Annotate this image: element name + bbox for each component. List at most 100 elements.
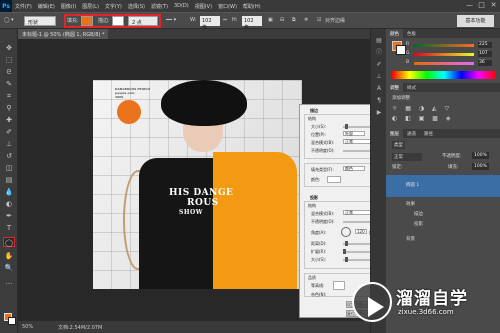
layer-row-ellipse[interactable]: 椭圆 1 — [386, 175, 500, 197]
blue-slider[interactable] — [414, 62, 474, 65]
hand-tool-icon[interactable]: ✋ — [3, 251, 15, 261]
layer-row-background[interactable]: 背景 — [386, 231, 500, 249]
workspace-button[interactable]: 基本功能 — [457, 15, 494, 27]
blue-value[interactable]: 36 — [478, 60, 492, 66]
tab-paths[interactable]: 路径 — [420, 129, 437, 138]
green-slider[interactable] — [414, 53, 474, 56]
document-canvas[interactable]: DANGEROUS PEOPLE people.com 3000 HIS DAN… — [93, 80, 302, 289]
green-value[interactable]: 107 — [478, 51, 492, 57]
menu-edit[interactable]: 编辑(E) — [35, 3, 58, 10]
fill-type-select[interactable]: 颜色 — [343, 166, 365, 171]
zoom-tool-icon[interactable]: 🔍 — [3, 263, 15, 273]
tab-channels[interactable]: 通道 — [403, 129, 420, 138]
menu-view[interactable]: 视图(V) — [192, 3, 215, 10]
menu-3d[interactable]: 3D(D) — [171, 3, 192, 9]
path-arrange-icon[interactable]: ⧉ — [292, 17, 296, 23]
background-color-swatch[interactable] — [8, 317, 16, 325]
quick-select-icon[interactable]: ✎ — [3, 79, 15, 89]
layer-filter-select[interactable]: 类型 — [392, 141, 405, 149]
tab-color[interactable]: 颜色 — [386, 29, 403, 38]
type-tool-icon[interactable]: T — [3, 223, 15, 233]
more-tools-icon[interactable]: ··· — [3, 279, 15, 289]
gear-icon[interactable]: ✲ — [304, 17, 308, 23]
tab-adjustments[interactable]: 调整 — [386, 83, 403, 92]
fill-swatch[interactable] — [81, 16, 93, 26]
menu-layer[interactable]: 图层(L) — [79, 3, 102, 10]
stroke-style-icon[interactable]: ━━ ▾ — [166, 17, 176, 23]
menu-select[interactable]: 选择(S) — [125, 3, 148, 10]
ellipse-tool-icon[interactable]: ◯ — [3, 237, 15, 247]
stroke-swatch[interactable] — [112, 16, 124, 26]
layer-fill-field[interactable]: 100% — [472, 163, 489, 170]
history-brush-icon[interactable]: ↺ — [3, 151, 15, 161]
angle-dial-icon[interactable] — [341, 227, 351, 237]
blur-tool-icon[interactable]: 💧 — [3, 187, 15, 197]
crop-tool-icon[interactable]: ⌗ — [3, 91, 15, 101]
ellipse-tool-preset-icon[interactable]: ◯ ▾ — [4, 17, 14, 23]
red-value[interactable]: 225 — [478, 42, 492, 48]
stroke-position-select[interactable]: 外部 — [343, 131, 365, 136]
menu-window[interactable]: 窗口(W) — [215, 3, 240, 10]
layer-row-effects[interactable]: 效果 — [386, 199, 500, 208]
maximize-icon[interactable]: □ — [477, 1, 486, 10]
healing-brush-icon[interactable]: ✚ — [3, 115, 15, 125]
layer-row-shadow[interactable]: 投影 — [386, 219, 500, 228]
adjustment-icons[interactable]: ☼ ▦ ◑ ◭ ▽ — [392, 105, 452, 112]
link-icon[interactable]: ⇔ — [223, 17, 227, 23]
adjustment-icons-row2[interactable]: ◐ ◧ ▣ ▩ ◈ — [392, 115, 454, 122]
play-logo-icon — [352, 282, 392, 322]
mode-select[interactable]: 形状 — [24, 16, 56, 26]
layer-row-stroke[interactable]: 描边 — [386, 209, 500, 218]
zoom-level[interactable]: 50% — [22, 324, 33, 330]
path-ops-icon[interactable]: ▣ — [268, 17, 273, 23]
layer-opacity-field[interactable]: 100% — [472, 152, 489, 159]
panel-bg-swatch[interactable] — [396, 45, 406, 55]
red-slider[interactable] — [414, 44, 474, 47]
path-align-icon[interactable]: ⊟ — [280, 17, 284, 23]
marquee-tool-icon[interactable]: ⬚ — [3, 55, 15, 65]
character-panel-icon[interactable]: A — [374, 85, 384, 93]
color-spectrum-ramp[interactable] — [392, 71, 496, 79]
document-tab[interactable]: 未标题-1 @ 50% (椭圆 1, RGB/8) * — [18, 29, 109, 39]
menu-image[interactable]: 图像(I) — [58, 3, 79, 10]
menu-help[interactable]: 帮助(H) — [240, 3, 264, 10]
stroke-structure-label: 结构 — [308, 116, 316, 121]
brush-tool-icon[interactable]: ✐ — [3, 127, 15, 137]
menu-file[interactable]: 文件(F) — [12, 3, 35, 10]
layer-blend-select[interactable]: 正常 — [392, 153, 422, 161]
menu-type[interactable]: 文字(Y) — [102, 3, 125, 10]
move-tool-icon[interactable]: ✥ — [3, 43, 15, 53]
width-field[interactable]: 102 像 — [200, 16, 220, 31]
tab-styles[interactable]: 样式 — [403, 83, 420, 92]
actions-panel-icon[interactable]: ▶ — [374, 109, 384, 117]
dodge-tool-icon[interactable]: ◐ — [3, 199, 15, 209]
lasso-tool-icon[interactable]: ᘓ — [3, 67, 15, 77]
adjustments-title: 添加调整 — [392, 96, 410, 101]
history-panel-icon[interactable]: ▤ — [374, 37, 384, 45]
minimize-icon[interactable]: — — [465, 1, 474, 10]
contour-picker[interactable] — [333, 281, 345, 290]
color-row-r: R 225 — [406, 42, 496, 49]
brush-panel-icon[interactable]: ✐ — [374, 61, 384, 69]
menu-filter[interactable]: 滤镜(T) — [148, 3, 171, 10]
eyedropper-icon[interactable]: ⚲ — [3, 103, 15, 113]
align-edges-checkbox[interactable]: ☑ — [317, 17, 321, 23]
stroke-width-field[interactable]: 2 点 — [128, 16, 158, 26]
h-label: H: — [232, 17, 238, 23]
tab-swatches[interactable]: 色板 — [403, 29, 420, 38]
stroke-color-swatch[interactable] — [327, 176, 341, 183]
height-field[interactable]: 102 像 — [242, 16, 262, 31]
properties-panel-icon[interactable]: ⓘ — [374, 49, 384, 57]
clone-stamp-icon[interactable]: ⊥ — [3, 139, 15, 149]
eraser-icon[interactable]: ◫ — [3, 163, 15, 173]
paragraph-panel-icon[interactable]: ¶ — [374, 97, 384, 105]
close-icon[interactable]: ✕ — [489, 1, 498, 10]
noise-label: 杂色(N): — [311, 292, 327, 297]
tab-layers[interactable]: 图层 — [386, 129, 403, 138]
gradient-tool-icon[interactable]: ▤ — [3, 175, 15, 185]
angle-field[interactable]: 120 — [355, 229, 367, 234]
layer-stroke-label: 描边 — [414, 212, 423, 217]
clone-panel-icon[interactable]: ⊥ — [374, 73, 384, 81]
pen-tool-icon[interactable]: ✒ — [3, 211, 15, 221]
ellipse-shape-layer[interactable] — [117, 100, 141, 124]
